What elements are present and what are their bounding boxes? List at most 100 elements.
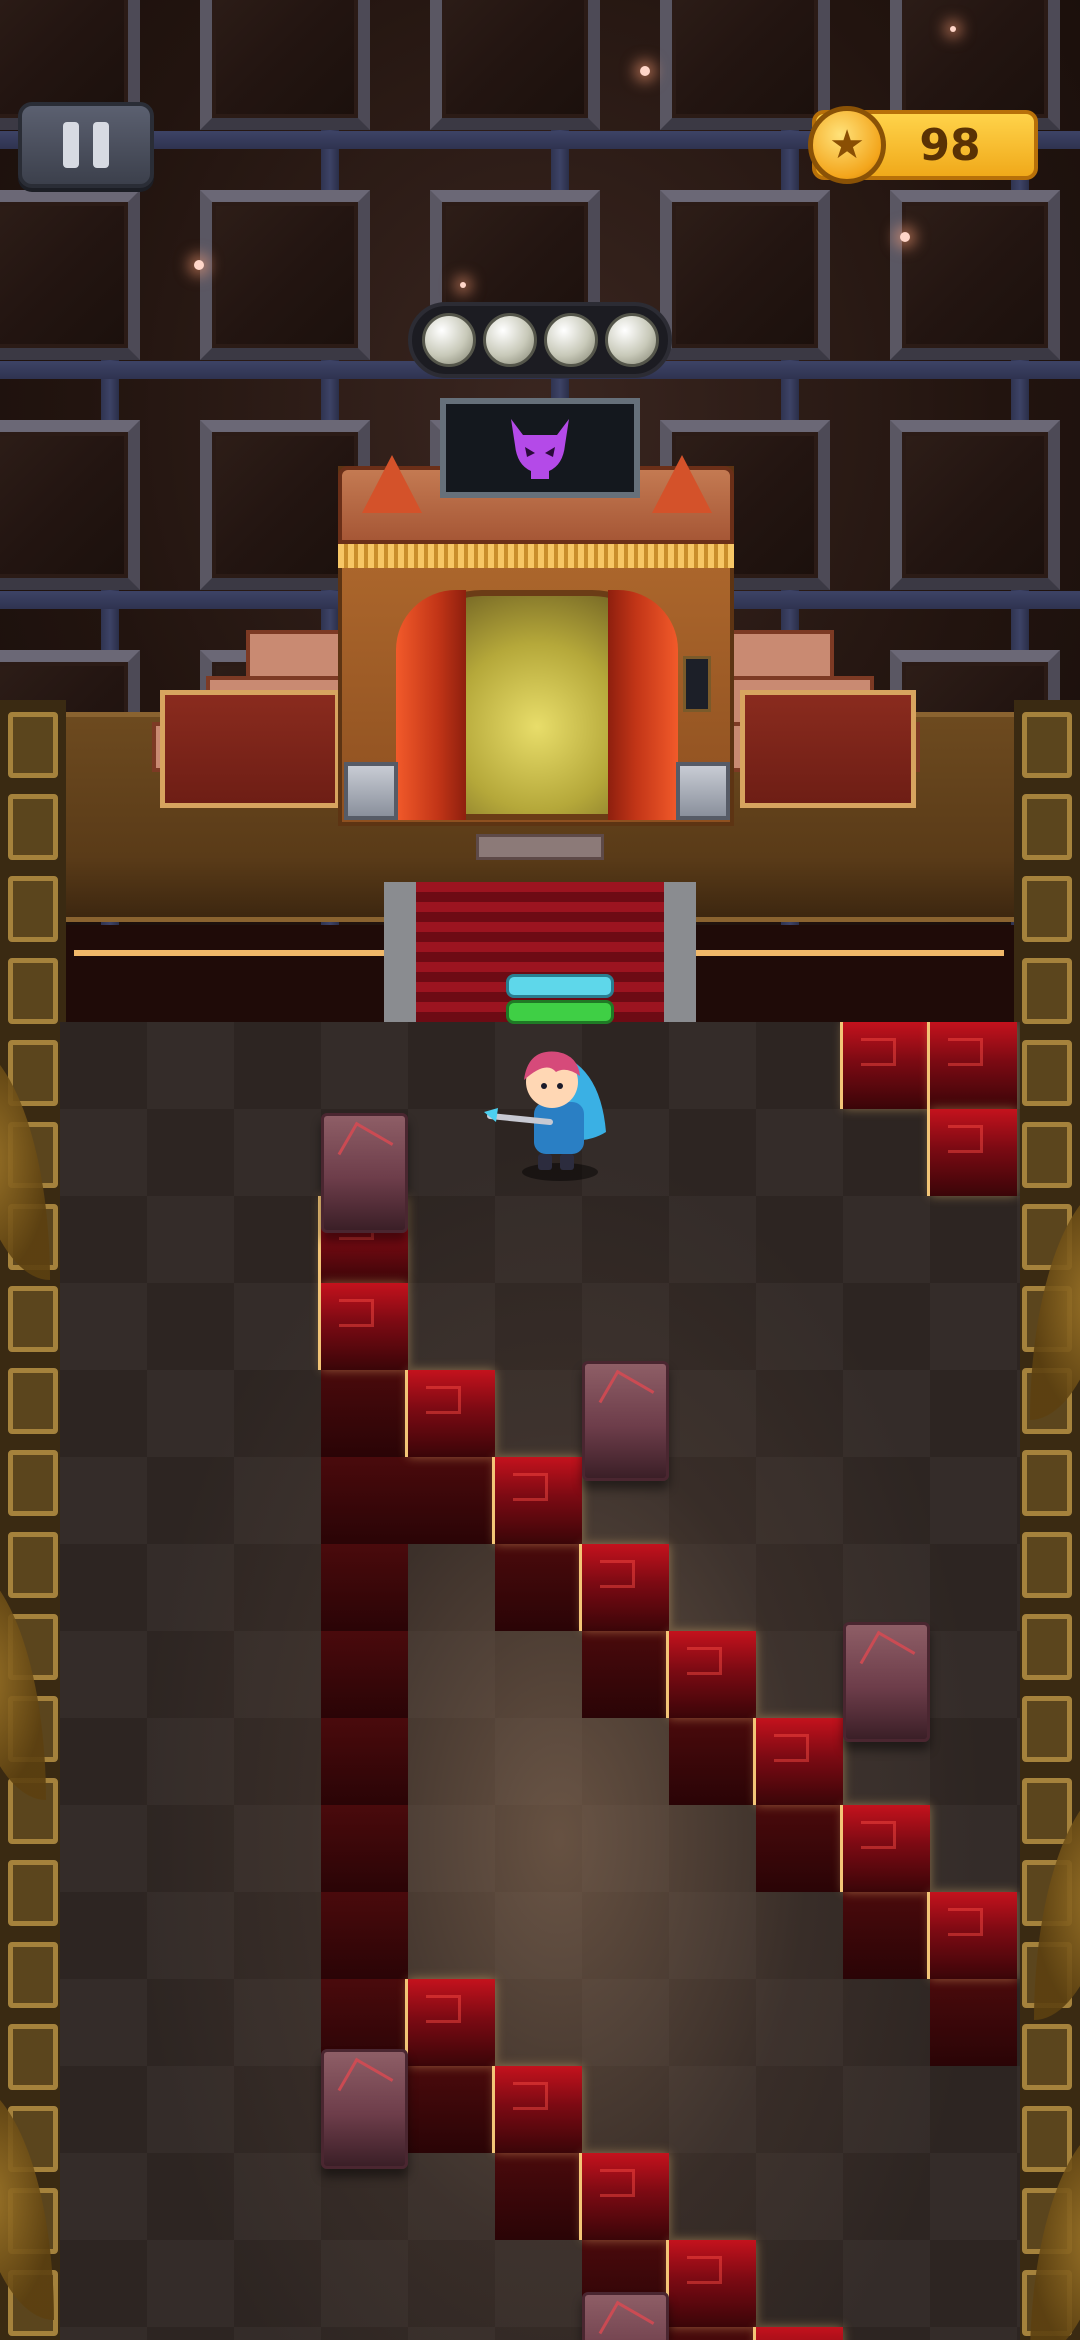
curtain-left	[396, 590, 466, 820]
wall-stud	[1022, 1778, 1072, 1844]
wall-stud	[1022, 2106, 1072, 2172]
cracked-rock-block[interactable]	[321, 1113, 408, 1233]
theater-cornice	[338, 544, 734, 568]
dug-trench-cell	[321, 1370, 408, 1457]
lava-tile[interactable]	[756, 2327, 843, 2340]
cracked-rock-block[interactable]	[321, 2049, 408, 2169]
window-pane	[890, 190, 1060, 360]
lava-tile[interactable]	[321, 1283, 408, 1370]
dug-trench-cell	[321, 1718, 408, 1805]
progress-orb	[604, 313, 659, 367]
wall-stud	[8, 1286, 58, 1352]
lava-tile[interactable]	[669, 1631, 756, 1718]
ember-sparkle	[900, 232, 910, 242]
dug-trench-cell	[669, 2327, 756, 2340]
hero-energy-gauge	[506, 974, 614, 1024]
elevator-indicator	[683, 656, 711, 712]
energy-bar-health	[506, 1000, 614, 1024]
lava-tile[interactable]	[843, 1805, 930, 1892]
hero-sprite	[484, 1051, 606, 1181]
right-wall	[1014, 700, 1080, 2340]
ember-sparkle	[194, 260, 204, 270]
hero-character[interactable]	[480, 1042, 630, 1182]
window-pane	[0, 190, 140, 360]
right-red-bank	[740, 690, 916, 808]
window-pane	[430, 0, 600, 130]
dug-trench-cell	[321, 1805, 408, 1892]
lava-tile[interactable]	[756, 1718, 843, 1805]
left-red-bank	[160, 690, 340, 808]
stage-plaque	[476, 834, 604, 860]
wall-stud	[1022, 876, 1072, 942]
lava-tile[interactable]	[495, 2066, 582, 2153]
dug-trench-cell	[321, 1892, 408, 1979]
pause-icon	[63, 122, 79, 168]
dug-trench-cell	[843, 1892, 930, 1979]
lava-tile[interactable]	[408, 1979, 495, 2066]
lava-tile[interactable]	[930, 1892, 1017, 1979]
pillar-base-right	[676, 762, 730, 820]
cracked-rock-block[interactable]	[843, 1622, 930, 1742]
game-board[interactable]	[60, 1022, 1020, 2340]
dug-trench-cell	[495, 1544, 582, 1631]
wall-stud	[1022, 1122, 1072, 1188]
wall-stud	[8, 1368, 58, 1434]
lava-tile[interactable]	[582, 2153, 669, 2240]
demon-skull-icon	[511, 419, 569, 479]
wall-stud	[1022, 1450, 1072, 1516]
window-pane	[660, 190, 830, 360]
wall-stud	[8, 712, 58, 778]
roof-spike	[362, 455, 422, 513]
wall-stud	[1022, 712, 1072, 778]
wall-stud	[1022, 1040, 1072, 1106]
wall-stud	[8, 876, 58, 942]
lava-tile[interactable]	[582, 1544, 669, 1631]
dug-trench-cell	[321, 1457, 408, 1544]
coin-count: 98	[919, 119, 981, 171]
level-progress-orbs	[408, 302, 672, 378]
dug-trench-cell	[321, 1544, 408, 1631]
lava-tile[interactable]	[930, 1109, 1017, 1196]
wall-stud	[8, 1860, 58, 1926]
lava-tile[interactable]	[408, 1370, 495, 1457]
ember-sparkle	[640, 66, 650, 76]
progress-orb	[543, 313, 598, 367]
right-stair	[730, 630, 834, 680]
window-pane	[890, 420, 1060, 590]
window-pane	[660, 0, 830, 130]
energy-bar-shield	[506, 974, 614, 998]
wall-stud	[1022, 1696, 1072, 1762]
window-pane	[200, 0, 370, 130]
wall-stud	[8, 2024, 58, 2090]
lava-tile[interactable]	[495, 1457, 582, 1544]
dug-trench-cell	[582, 1631, 669, 1718]
wall-stud	[1022, 794, 1072, 860]
dug-trench-cell	[408, 1457, 495, 1544]
lava-tile[interactable]	[669, 2240, 756, 2327]
ember-sparkle	[950, 26, 956, 32]
dug-trench-cell	[756, 1805, 843, 1892]
pillar-base-left	[344, 762, 398, 820]
dug-trench-cell	[669, 1718, 756, 1805]
wall-stud	[1022, 1614, 1072, 1680]
lava-tile[interactable]	[930, 1022, 1017, 1109]
boss-indicator-screen	[440, 398, 640, 498]
lava-tile[interactable]	[843, 1022, 930, 1109]
dug-trench-cell	[321, 1631, 408, 1718]
roof-spike	[652, 455, 712, 513]
wall-stud	[8, 794, 58, 860]
pause-button[interactable]	[18, 102, 154, 188]
progress-orb	[421, 313, 476, 367]
dug-trench-cell	[408, 2066, 495, 2153]
cracked-rock-block[interactable]	[582, 1361, 669, 1481]
cracked-rock-block[interactable]	[582, 2292, 669, 2340]
left-wall	[0, 700, 66, 2340]
star-coin-icon: ★	[808, 106, 886, 184]
dug-trench-cell	[495, 2153, 582, 2240]
pause-icon-bar	[93, 122, 109, 168]
wall-stud	[1022, 958, 1072, 1024]
ember-sparkle	[460, 282, 466, 288]
left-stair	[246, 630, 350, 680]
wall-stud	[8, 1532, 58, 1598]
progress-orb	[482, 313, 537, 367]
